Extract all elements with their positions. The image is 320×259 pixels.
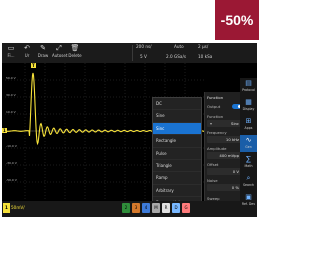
- sidebar-item-search[interactable]: ⌕ Search: [240, 173, 257, 190]
- timebase-readout[interactable]: 200 ns/: [136, 44, 152, 49]
- trigger-mode-readout[interactable]: Auto: [174, 44, 184, 49]
- sample-rate-readout: 2.0 GSa/s: [166, 54, 187, 59]
- y-label: 10.0 V: [6, 110, 16, 114]
- discount-badge: -50%: [215, 0, 259, 40]
- channel-2-tile[interactable]: 2: [122, 203, 130, 213]
- math-icon: ∑: [246, 155, 251, 163]
- y-label: -50.0 V: [6, 178, 17, 182]
- generator-tile[interactable]: G: [182, 203, 190, 213]
- sidebar-item-protocol[interactable]: ▤ Protocol: [240, 78, 257, 95]
- sidebar-item-apps[interactable]: ⊞ Apps: [240, 116, 257, 133]
- generator-icon: ∿: [245, 136, 252, 144]
- dropdown-item-rectangle[interactable]: Rectangle: [153, 135, 201, 148]
- y-label: 30.0 V: [6, 93, 16, 97]
- panel-title: Function: [207, 95, 224, 100]
- frequency-label: Frequency: [207, 130, 227, 135]
- folder-icon: ▭: [7, 44, 15, 52]
- undo-button[interactable]: ↶ Ur: [20, 43, 34, 63]
- draw-button[interactable]: ✎ Draw: [36, 43, 50, 63]
- autoset-button[interactable]: ⤢ Autoset: [52, 43, 67, 63]
- delete-button[interactable]: 🗑 Delete: [68, 43, 82, 63]
- draw-icon: ✎: [40, 44, 46, 52]
- dropdown-item-sinc[interactable]: Sinc: [153, 122, 201, 136]
- bottom-status-bar: 1 50mV/ 2 3 4 M R D G: [2, 201, 257, 217]
- noise-label: Noise: [207, 178, 218, 183]
- undo-icon: ↶: [24, 44, 30, 52]
- dropdown-item-triangle[interactable]: Triangle: [153, 160, 201, 173]
- oscilloscope-screen: ▭ Fi... ↶ Ur ✎ Draw ⤢ Autoset 🗑 Delete 200 ns…: [2, 43, 257, 217]
- y-label: -10.0 V: [6, 144, 17, 148]
- amplitude-field[interactable]: 400 mVpp: [207, 152, 241, 159]
- dropdown-item-ramp[interactable]: Ramp: [153, 172, 201, 185]
- math-tile[interactable]: M: [152, 203, 160, 213]
- channel-1-scale[interactable]: 50mV/: [11, 203, 25, 213]
- amplitude-label: Amplitude: [207, 146, 227, 151]
- toolbar-divider: [132, 45, 133, 61]
- channel-3-tile[interactable]: 3: [132, 203, 140, 213]
- generator-settings-panel: Function Output Function Sinc Frequency …: [204, 92, 243, 217]
- frequency-field[interactable]: 10 kHz: [207, 136, 241, 143]
- file-button[interactable]: ▭ Fi...: [4, 43, 18, 63]
- sidebar-item-display[interactable]: ▦ Display: [240, 97, 257, 114]
- sidebar-item-math[interactable]: ∑ Math: [240, 154, 257, 171]
- record-length-readout: 10 kSa: [198, 54, 213, 59]
- y-label: -30.0 V: [6, 161, 17, 165]
- apps-icon: ⊞: [245, 117, 252, 125]
- waveform-function-dropdown[interactable]: DC Sine Sinc Rectangle Pulse Triangle Ra…: [152, 97, 202, 211]
- reference-tile[interactable]: R: [162, 203, 170, 213]
- delete-icon: 🗑: [70, 44, 80, 52]
- ref-icon: ▣: [245, 193, 252, 201]
- trigger-level-readout[interactable]: 5 V: [140, 54, 147, 59]
- autoscale-icon: ⤢: [56, 44, 62, 52]
- function-select[interactable]: Sinc: [207, 120, 241, 127]
- function-label: Function: [207, 114, 224, 119]
- display-icon: ▦: [245, 98, 252, 106]
- protocol-icon: ▤: [245, 79, 252, 87]
- dropdown-item-sine[interactable]: Sine: [153, 110, 201, 123]
- noise-field[interactable]: 0 %: [207, 184, 241, 191]
- dropdown-item-dc[interactable]: DC: [153, 98, 201, 111]
- sidebar-item-generator[interactable]: ∿ Gen: [240, 135, 257, 152]
- horizontal-scale-readout[interactable]: 2 μs/: [198, 44, 208, 49]
- offset-label: Offset: [207, 162, 219, 167]
- sidebar-item-ref-dev[interactable]: ▣ Ref. Dev: [240, 192, 257, 209]
- digital-tile[interactable]: D: [172, 203, 180, 213]
- right-sidebar: ▤ Protocol ▦ Display ⊞ Apps ∿ Gen ∑ Math ⌕ Sea…: [240, 78, 257, 215]
- top-toolbar: ▭ Fi... ↶ Ur ✎ Draw ⤢ Autoset 🗑 Delete 200 ns…: [2, 43, 257, 63]
- channel-4-tile[interactable]: 4: [142, 203, 150, 213]
- search-icon: ⌕: [246, 174, 251, 182]
- dropdown-item-arbitrary[interactable]: Arbitrary: [153, 185, 201, 198]
- trigger-position-marker[interactable]: T: [31, 63, 36, 68]
- dropdown-item-pulse[interactable]: Pulse: [153, 148, 201, 160]
- y-label: 50.0 V: [6, 76, 16, 80]
- channel-offset-marker[interactable]: 1: [2, 128, 7, 133]
- channel-1-badge[interactable]: 1: [3, 203, 10, 213]
- offset-field[interactable]: 0 V: [207, 168, 241, 175]
